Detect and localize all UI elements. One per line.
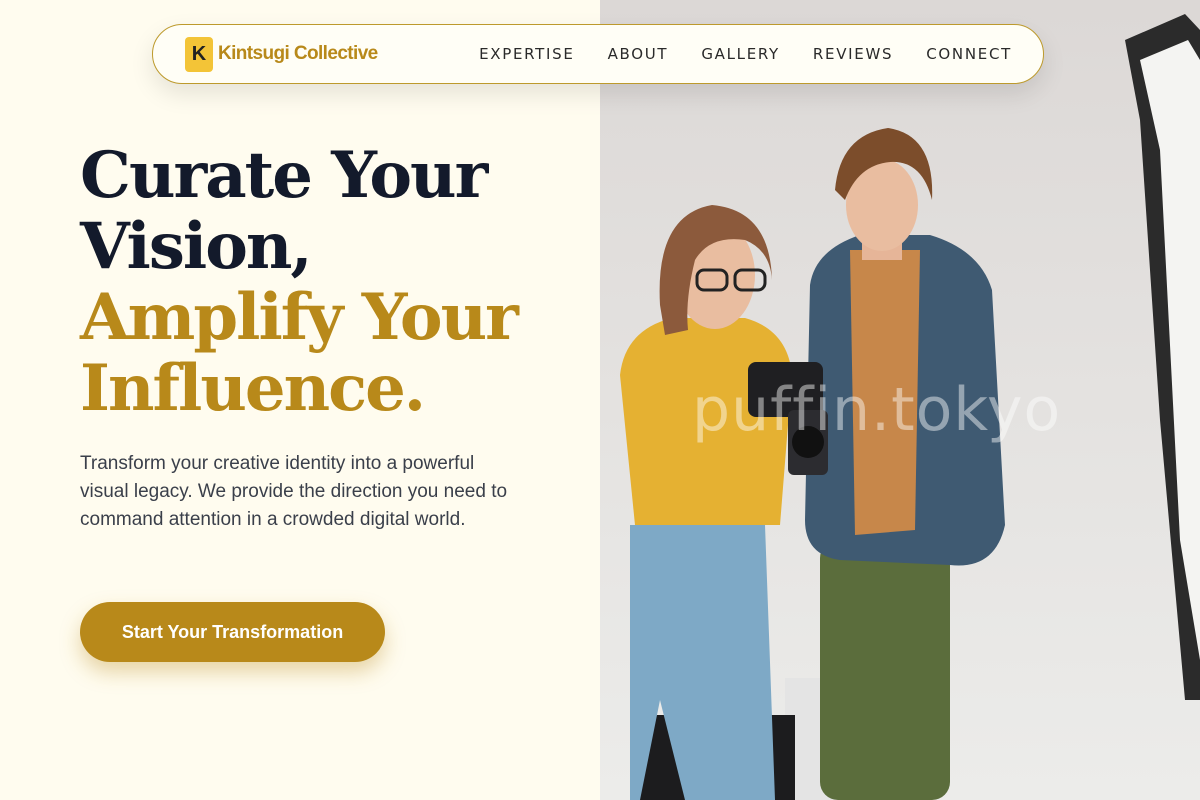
nav-link-expertise[interactable]: EXPERTISE [479, 45, 575, 63]
hero-left-panel: Curate Your Vision, Amplify Your Influen… [0, 0, 600, 800]
hero-photo: puffin.tokyo [600, 0, 1200, 800]
hero-description: Transform your creative identity into a … [80, 453, 508, 530]
start-transformation-button[interactable]: Start Your Transformation [80, 602, 385, 662]
headline-line-accent: Influence. [80, 351, 426, 426]
brand-name: Kintsugi Collective [218, 43, 378, 64]
headline-line-accent: Amplify Your [80, 280, 519, 355]
photo-watermark: puffin.tokyo [692, 375, 1062, 445]
headline-line: Curate Your [80, 138, 488, 213]
top-navbar: K Kintsugi Collective EXPERTISE ABOUT GA… [152, 24, 1044, 84]
nav-links: EXPERTISE ABOUT GALLERY REVIEWS CONNECT [479, 45, 1012, 63]
nav-link-about[interactable]: ABOUT [608, 45, 669, 63]
brand-logo[interactable]: K Kintsugi Collective [185, 36, 378, 72]
brand-mark-icon: K [185, 36, 213, 72]
nav-link-connect[interactable]: CONNECT [926, 45, 1012, 63]
hero-headline: Curate Your Vision, Amplify Your Influen… [80, 138, 519, 426]
nav-link-reviews[interactable]: REVIEWS [813, 45, 893, 63]
nav-link-gallery[interactable]: GALLERY [701, 45, 780, 63]
headline-line: Vision, [80, 209, 313, 284]
